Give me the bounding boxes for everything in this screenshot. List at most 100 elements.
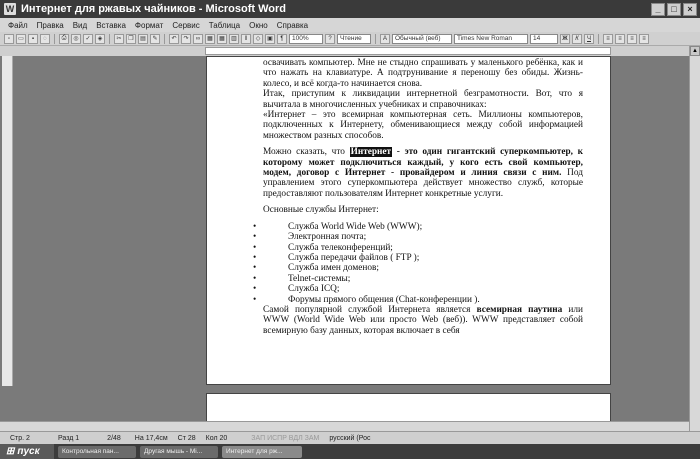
toolbar-separator — [598, 33, 599, 44]
list-item: Электронная почта; — [253, 232, 583, 243]
toolbar-separator — [54, 33, 55, 44]
list-item: Telnet-системы; — [253, 274, 583, 285]
align-left-icon[interactable]: ≡ — [603, 33, 613, 44]
paste-icon[interactable]: ▤ — [138, 33, 148, 44]
list-item: Служба телеконференций; — [253, 243, 583, 254]
help-icon[interactable]: ? — [325, 33, 335, 44]
minimize-button[interactable]: _ — [651, 2, 665, 16]
menu-edit[interactable]: Правка — [37, 21, 64, 30]
new-icon[interactable]: ▫ — [4, 33, 14, 44]
justify-icon[interactable]: ≡ — [639, 33, 649, 44]
status-section: Разд 1 — [57, 434, 80, 442]
text-run: Самой популярной службой Интернета являе… — [263, 304, 477, 315]
toolbar-separator — [375, 33, 376, 44]
status-line: Ст 28 — [177, 434, 196, 442]
italic-icon[interactable]: К — [572, 33, 582, 44]
toolbar-separator — [109, 33, 110, 44]
close-button[interactable]: × — [683, 2, 697, 16]
status-column: Кол 20 — [205, 434, 228, 442]
vertical-ruler[interactable] — [2, 56, 13, 386]
ruler-active-area — [205, 47, 611, 55]
print-icon[interactable]: ⎙ — [59, 33, 69, 44]
insert-table-icon[interactable]: ▦ — [217, 33, 227, 44]
status-language: русский (Рос — [329, 434, 371, 442]
taskbar-item[interactable]: Контрольная пан... — [58, 445, 136, 458]
list-item: Служба имен доменов; — [253, 263, 583, 274]
font-size-select[interactable]: 14 — [530, 33, 558, 44]
save-icon[interactable]: ▪ — [28, 33, 38, 44]
drawing-icon[interactable]: ◇ — [253, 33, 263, 44]
menu-table[interactable]: Таблица — [209, 21, 240, 30]
tables-icon[interactable]: ▦ — [205, 33, 215, 44]
menu-insert[interactable]: Вставка — [96, 21, 126, 30]
align-center-icon[interactable]: ≡ — [615, 33, 625, 44]
undo-icon[interactable]: ↶ — [169, 33, 179, 44]
horizontal-ruler[interactable] — [0, 46, 700, 56]
show-hide-icon[interactable]: ¶ — [277, 33, 287, 44]
status-pages: 2/48 — [107, 434, 121, 442]
menu-view[interactable]: Вид — [73, 21, 87, 30]
format-painter-icon[interactable]: ✎ — [150, 33, 160, 44]
status-page: Стр. 2 — [10, 434, 30, 442]
read-button[interactable]: Чтение — [337, 33, 371, 44]
list-item: Служба World Wide Web (WWW); — [253, 222, 583, 233]
style-select[interactable]: Обычный (веб) — [392, 33, 452, 44]
taskbar-item[interactable]: Другая мышь - Mi... — [140, 445, 218, 458]
paragraph: «Интернет – это всемирная компьютерная с… — [263, 110, 583, 141]
highlighted-word: Интернет — [349, 147, 393, 158]
status-at: На 17,4см — [134, 434, 168, 442]
bold-text: всемирная паутина — [476, 304, 563, 315]
menu-tools[interactable]: Сервис — [172, 21, 199, 30]
columns-icon[interactable]: ‖ — [241, 33, 251, 44]
spelling-icon[interactable]: ✓ — [83, 33, 93, 44]
menu-format[interactable]: Формат — [135, 21, 163, 30]
zoom-select[interactable]: 100% — [289, 33, 323, 44]
doc-map-icon[interactable]: ▣ — [265, 33, 275, 44]
window-title: Интернет для ржавых чайников - Microsoft… — [21, 3, 286, 15]
horizontal-scrollbar[interactable] — [0, 421, 689, 431]
excel-icon[interactable]: ▥ — [229, 33, 239, 44]
text-run: Можно сказать, что — [263, 147, 350, 158]
menu-bar: Файл Правка Вид Вставка Формат Сервис Та… — [0, 18, 700, 32]
menu-file[interactable]: Файл — [8, 21, 28, 30]
redo-icon[interactable]: ↷ — [181, 33, 191, 44]
underline-icon[interactable]: Ч — [584, 33, 594, 44]
document-text[interactable]: освачивать компьютер. Мне не стыдно спра… — [253, 58, 583, 336]
toolbar: ▫ ▭ ▪ ◌ ⎙ ◎ ✓ ◈ ✂ ❐ ▤ ✎ ↶ ↷ ∞ ▦ ▦ ▥ ‖ ◇ … — [0, 32, 700, 46]
start-button[interactable]: ⊞ пуск — [0, 444, 54, 459]
paragraph: Итак, приступим к ликвидации интернетной… — [263, 89, 583, 110]
paragraph: Самой популярной службой Интернета являе… — [263, 305, 583, 336]
taskbar-item-active[interactable]: Интернет для рж... — [222, 445, 302, 458]
services-heading: Основные службы Интернет: — [263, 205, 379, 216]
list-item: Форумы прямого общения (Chat-конференции… — [253, 295, 583, 306]
font-select[interactable]: Times New Roman — [454, 33, 528, 44]
open-icon[interactable]: ▭ — [16, 33, 26, 44]
scroll-up-icon[interactable]: ▲ — [690, 46, 700, 56]
title-bar: W Интернет для ржавых чайников - Microso… — [0, 0, 700, 18]
vertical-scrollbar[interactable]: ▲ — [689, 46, 700, 431]
styles-pane-icon[interactable]: A — [380, 33, 390, 44]
maximize-button[interactable]: □ — [667, 2, 681, 16]
menu-window[interactable]: Окно — [249, 21, 268, 30]
list-item: Служба ICQ; — [253, 284, 583, 295]
list-item: Служба передачи файлов ( FTP ); — [253, 253, 583, 264]
word-icon: W — [4, 3, 16, 15]
services-list: Служба World Wide Web (WWW); Электронная… — [253, 222, 583, 306]
permission-icon[interactable]: ◌ — [40, 33, 50, 44]
research-icon[interactable]: ◈ — [95, 33, 105, 44]
taskbar: ⊞ пуск Контрольная пан... Другая мышь - M… — [0, 444, 700, 459]
paragraph: Можно сказать, что Интернет - это один г… — [263, 147, 583, 199]
toolbar-separator — [164, 33, 165, 44]
hyperlink-icon[interactable]: ∞ — [193, 33, 203, 44]
align-right-icon[interactable]: ≡ — [627, 33, 637, 44]
status-bar: Стр. 2 Разд 1 2/48 На 17,4см Ст 28 Кол 2… — [0, 431, 700, 444]
paragraph: освачивать компьютер. Мне не стыдно спра… — [263, 58, 583, 89]
start-label: пуск — [17, 446, 40, 457]
bold-icon[interactable]: Ж — [560, 33, 570, 44]
menu-help[interactable]: Справка — [277, 21, 308, 30]
copy-icon[interactable]: ❐ — [126, 33, 136, 44]
cut-icon[interactable]: ✂ — [114, 33, 124, 44]
status-modes: ЗАП ИСПР ВДЛ ЗАМ — [251, 434, 320, 442]
windows-logo-icon: ⊞ — [6, 446, 15, 457]
preview-icon[interactable]: ◎ — [71, 33, 81, 44]
